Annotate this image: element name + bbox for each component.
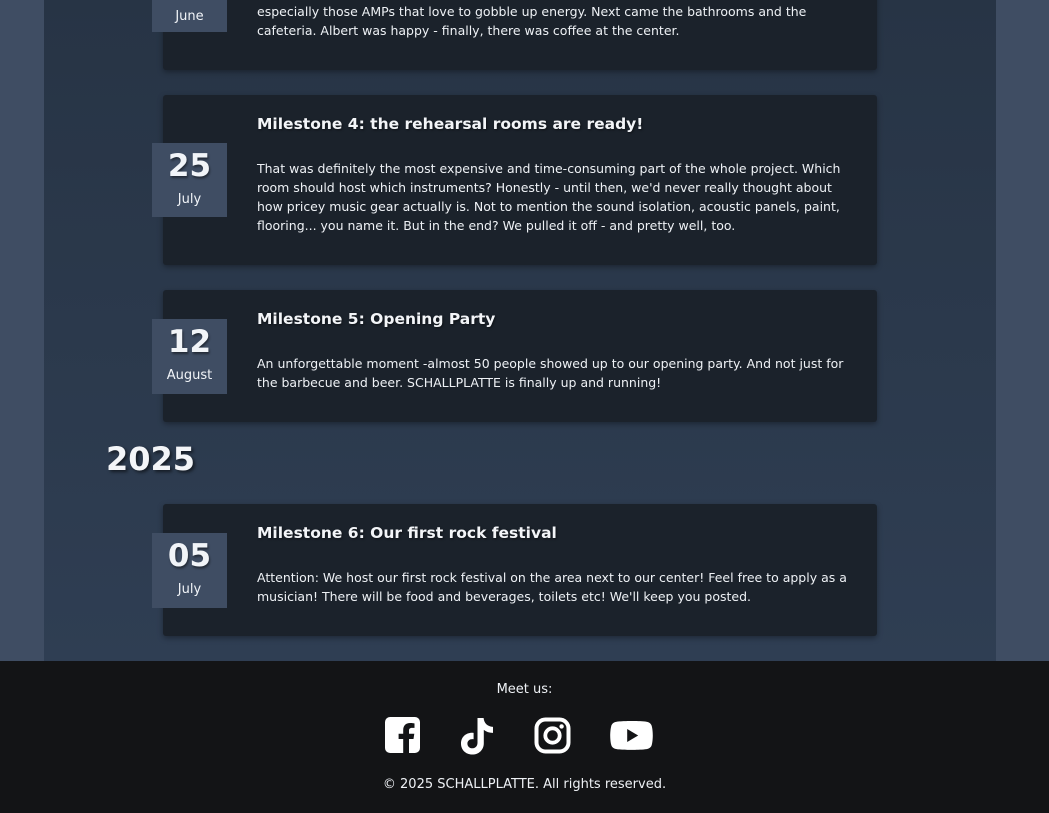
milestone-title: Milestone 5: Opening Party (257, 310, 496, 328)
milestone-card: Milestone 4: the rehearsal rooms are rea… (163, 95, 877, 265)
milestone-text: especially those AMPs that love to gobbl… (257, 4, 807, 38)
year-heading: 2025 (106, 440, 196, 478)
milestone-title: Milestone 4: the rehearsal rooms are rea… (257, 115, 644, 133)
date-badge: 05 July (152, 533, 227, 608)
milestone-title: Milestone 6: Our first rock festival (257, 524, 557, 542)
milestone-text: That was definitely the most expensive a… (257, 161, 841, 233)
instagram-icon (534, 717, 571, 754)
milestone-card: especially those AMPs that love to gobbl… (163, 0, 877, 70)
facebook-link[interactable] (385, 717, 420, 757)
date-month: June (175, 9, 204, 24)
milestone-card: Milestone 6: Our first rock festival Att… (163, 504, 877, 636)
date-day: 12 (167, 324, 212, 360)
youtube-icon (610, 721, 653, 750)
facebook-icon (385, 717, 420, 753)
meet-us-label: Meet us: (496, 682, 553, 697)
date-day: 05 (167, 538, 212, 574)
youtube-link[interactable] (610, 717, 653, 757)
milestone-card: Milestone 5: Opening Party An unforgetta… (163, 290, 877, 422)
tiktok-link[interactable] (459, 717, 495, 759)
date-badge: June (152, 0, 227, 32)
social-links (0, 717, 1049, 757)
date-month: July (177, 582, 202, 597)
copyright-text: © 2025 SCHALLPLATTE. All rights reserved… (382, 777, 667, 792)
instagram-link[interactable] (534, 717, 571, 758)
tiktok-icon (461, 718, 493, 755)
milestone-text: Attention: We host our first rock festiv… (257, 570, 847, 604)
date-badge: 12 August (152, 319, 227, 394)
date-month: July (177, 192, 202, 207)
milestone-text: An unforgettable moment -almost 50 peopl… (257, 356, 844, 390)
date-day: 25 (167, 148, 212, 184)
date-month: August (166, 368, 213, 383)
site-footer: Meet us: © 2025 SCHALLPLATTE. All rights… (0, 661, 1049, 813)
date-badge: 25 July (152, 143, 227, 217)
